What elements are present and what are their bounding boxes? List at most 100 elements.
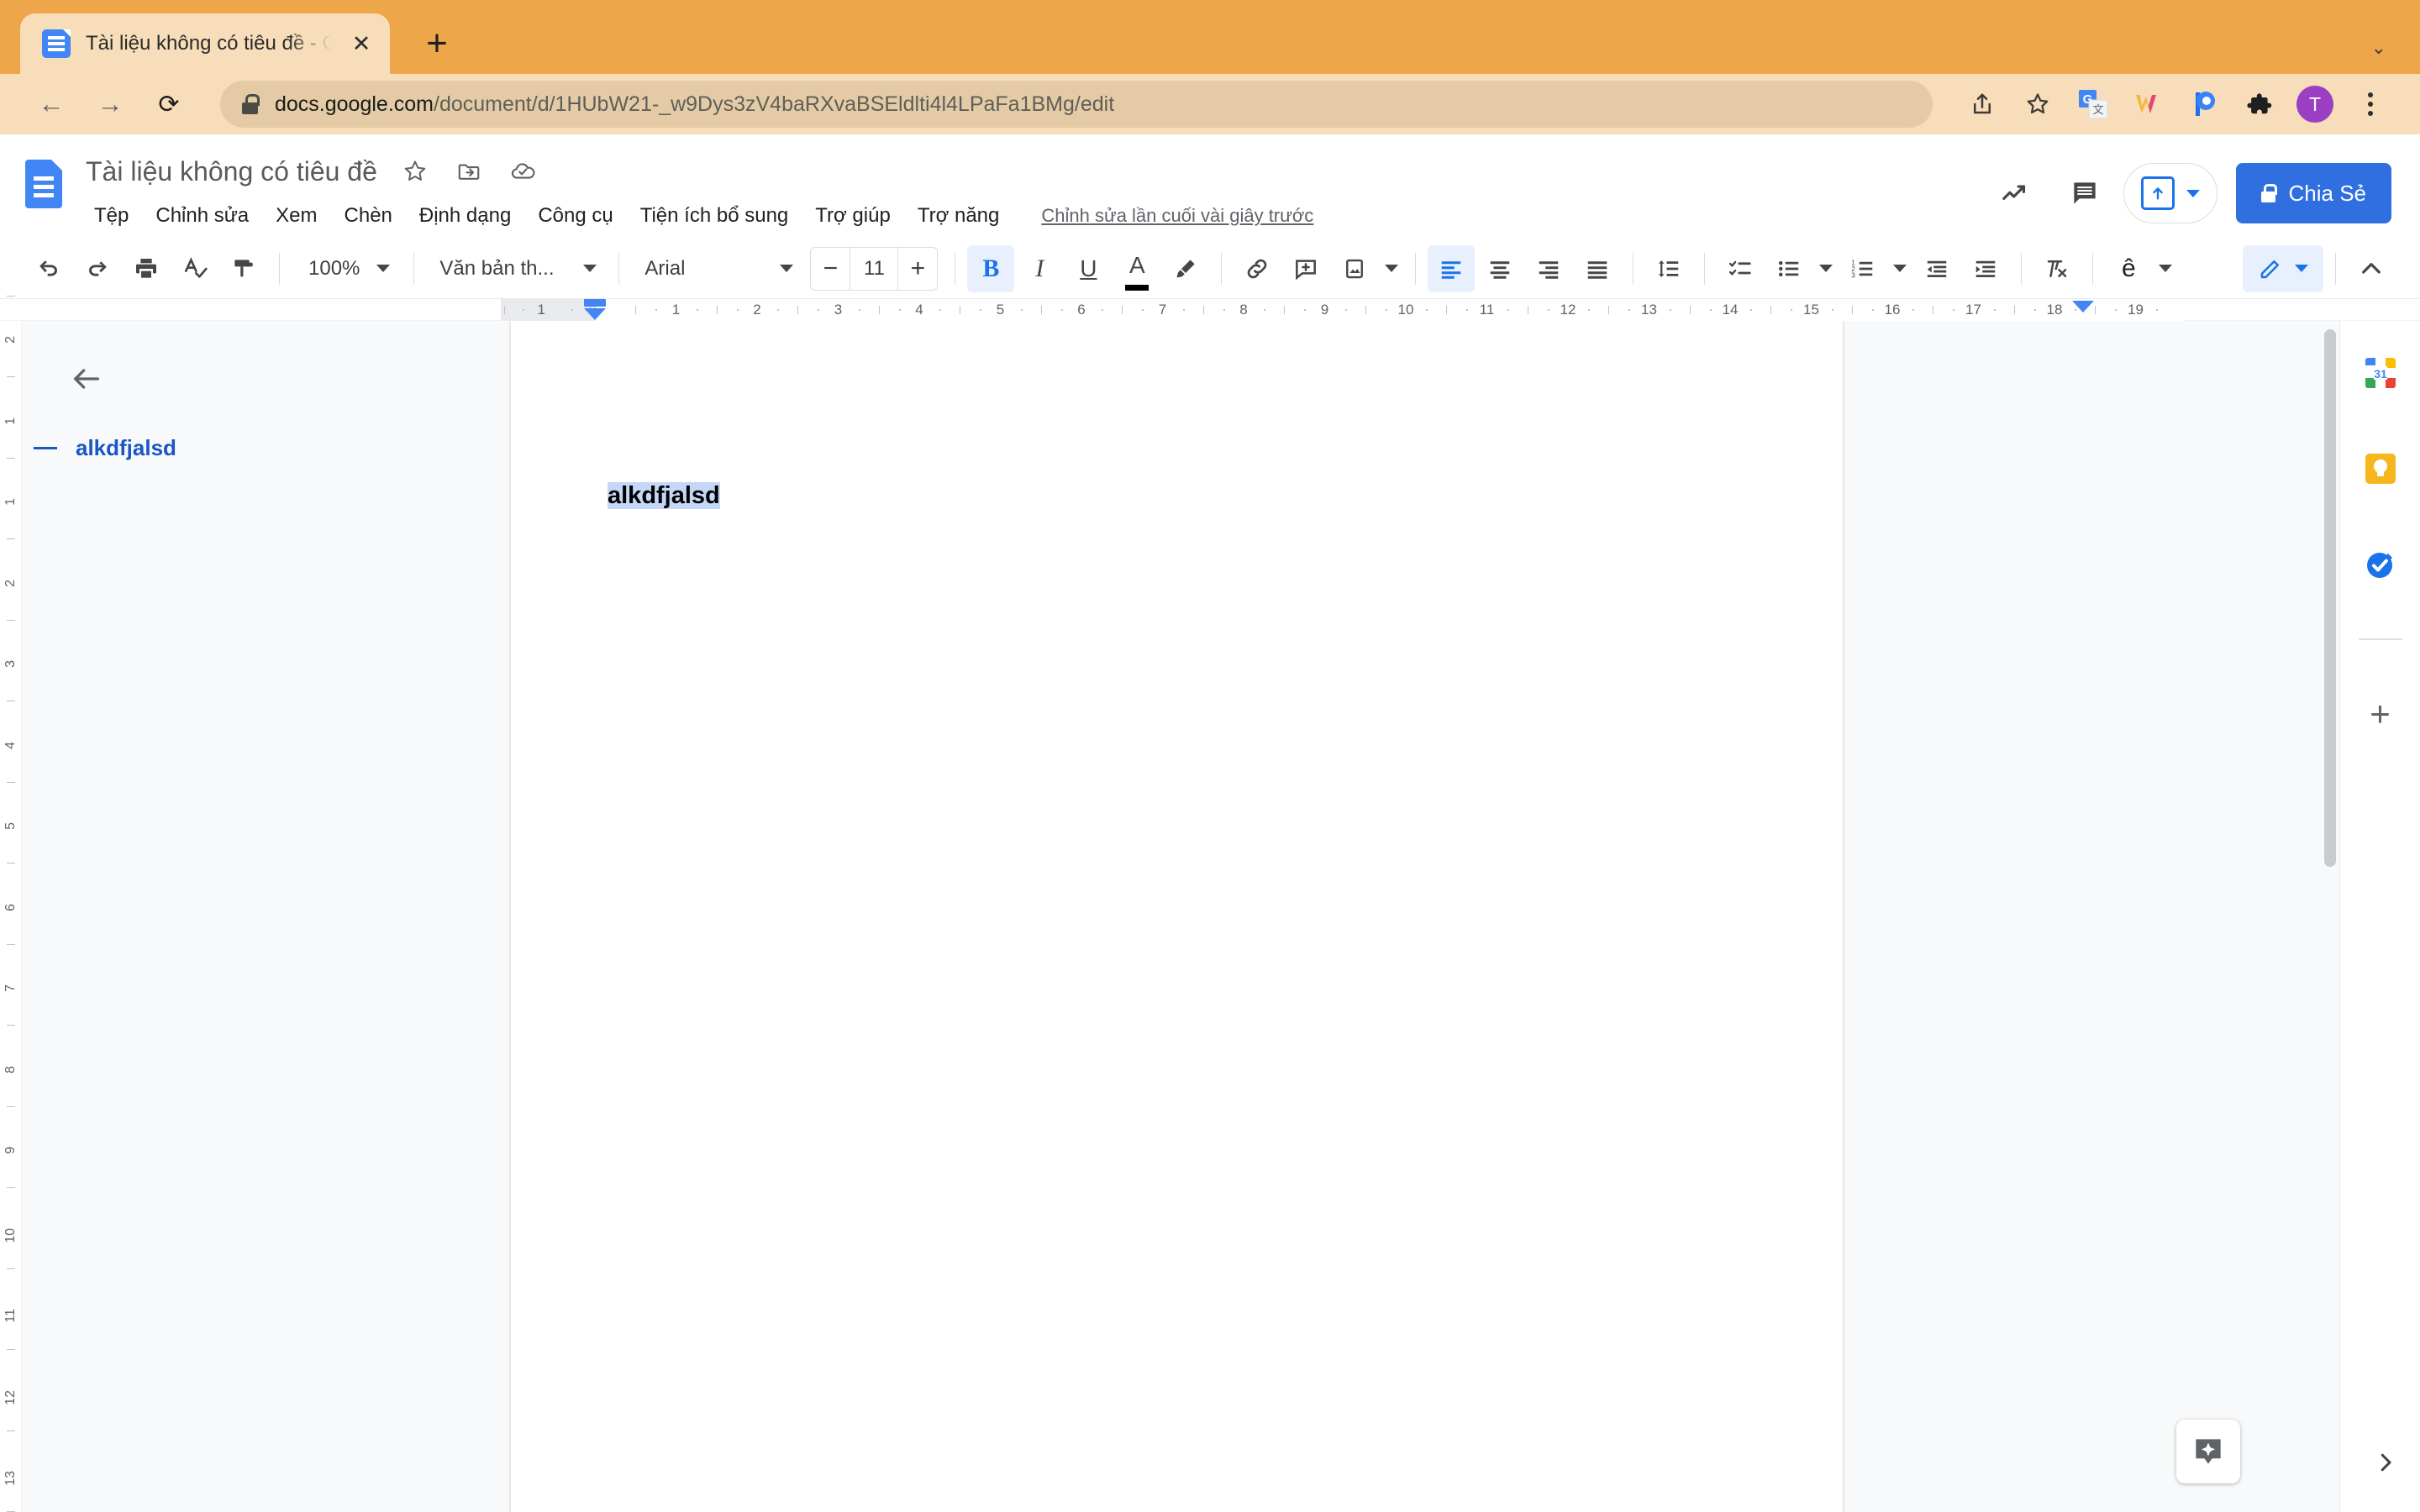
checklist-icon[interactable]	[1717, 245, 1764, 292]
document-page[interactable]: alkdfjalsd	[511, 321, 1843, 1512]
back-arrow-icon[interactable]	[57, 349, 116, 408]
undo-icon[interactable]	[25, 245, 72, 292]
new-tab-button[interactable]: +	[413, 20, 460, 67]
zoom-select[interactable]: 100%	[292, 245, 402, 292]
bookmark-star-icon[interactable]	[2013, 80, 2062, 129]
activity-dashboard-icon[interactable]	[1986, 163, 2046, 223]
cloud-saved-icon[interactable]	[502, 150, 544, 192]
menu-item-tools[interactable]: Công cụ	[524, 197, 626, 234]
comment-history-icon[interactable]	[2054, 163, 2115, 223]
editing-mode-button[interactable]	[2243, 244, 2323, 292]
add-comment-icon[interactable]	[1282, 245, 1329, 292]
last-edit-status[interactable]: Chỉnh sửa lần cuối vài giây trước	[1041, 205, 1313, 227]
paint-format-icon[interactable]	[220, 245, 267, 292]
redo-icon[interactable]	[74, 245, 121, 292]
scrollbar-thumb[interactable]	[2324, 329, 2336, 867]
font-size-decrease-button[interactable]: −	[811, 248, 850, 290]
font-size-stepper[interactable]: − 11 +	[810, 246, 939, 291]
browser-tab[interactable]: Tài liệu không có tiêu đề - Goo ✕	[20, 13, 390, 74]
menu-item-view[interactable]: Xem	[262, 197, 330, 234]
increase-indent-icon[interactable]	[1962, 245, 2009, 292]
underline-button[interactable]: U	[1065, 245, 1112, 292]
line-spacing-icon[interactable]	[1645, 245, 1692, 292]
input-tools-dropdown[interactable]	[2154, 245, 2177, 292]
wappalyzer-extension-icon[interactable]	[2124, 80, 2173, 129]
present-button[interactable]	[2123, 163, 2217, 223]
browser-window: Tài liệu không có tiêu đề - Goo ✕ + ⌄ ← …	[0, 0, 2420, 1512]
google-calendar-icon[interactable]: 31	[2359, 351, 2402, 395]
clear-formatting-icon[interactable]	[2033, 245, 2081, 292]
input-tools-button[interactable]: ê	[2105, 245, 2152, 292]
document-paragraph[interactable]: alkdfjalsd	[608, 482, 720, 509]
toolbar-divider	[2335, 252, 2336, 285]
chevron-down-icon[interactable]: ⌄	[2371, 37, 2386, 59]
address-bar[interactable]: docs.google.com/document/d/1HUbW21-_w9Dy…	[220, 81, 1933, 128]
right-indent-marker[interactable]	[2071, 299, 2094, 312]
font-size-increase-button[interactable]: +	[898, 248, 937, 290]
avatar[interactable]: T	[2291, 80, 2339, 129]
spellcheck-icon[interactable]	[171, 245, 218, 292]
menu-item-edit[interactable]: Chỉnh sửa	[142, 197, 262, 234]
p-extension-icon[interactable]	[2180, 80, 2228, 129]
font-family-select[interactable]: Arial	[631, 245, 803, 292]
ruler-tick	[7, 538, 15, 540]
align-left-icon[interactable]	[1428, 244, 1476, 292]
page-title[interactable]: Tài liệu không có tiêu đề	[81, 153, 382, 191]
numbered-list-icon[interactable]: 123	[1839, 245, 1886, 292]
paragraph-style-select[interactable]: Văn bản th...	[426, 245, 607, 292]
insert-image-dropdown[interactable]	[1380, 245, 1403, 292]
back-icon[interactable]: ←	[25, 78, 77, 130]
google-translate-icon[interactable]: G 文	[2069, 80, 2118, 129]
menu-item-insert[interactable]: Chèn	[331, 197, 406, 234]
explore-button[interactable]	[2176, 1420, 2240, 1483]
align-right-icon[interactable]	[1525, 245, 1572, 292]
decrease-indent-icon[interactable]	[1913, 245, 1960, 292]
outline-item[interactable]: alkdfjalsd	[22, 435, 501, 461]
chevron-down-icon[interactable]	[2186, 189, 2200, 197]
google-keep-icon[interactable]	[2359, 447, 2402, 491]
ruler-minor-tick	[1953, 308, 1955, 311]
bold-button[interactable]: B	[967, 244, 1015, 292]
align-center-icon[interactable]	[1476, 245, 1523, 292]
menu-bar: Tệp Chỉnh sửa Xem Chèn Định dạng Công cụ…	[81, 195, 1969, 237]
expand-side-panel-icon[interactable]	[2373, 1450, 2398, 1475]
share-button[interactable]: Chia Sẻ	[2235, 163, 2391, 223]
close-icon[interactable]: ✕	[346, 29, 376, 59]
insert-image-icon[interactable]	[1331, 245, 1378, 292]
numbered-list-dropdown[interactable]	[1888, 245, 1912, 292]
ruler-tick-label: 1	[3, 498, 18, 506]
menu-item-addons[interactable]: Tiện ích bổ sung	[627, 197, 802, 234]
menu-item-format[interactable]: Định dạng	[406, 197, 524, 234]
share-icon[interactable]	[1958, 80, 2007, 129]
collapse-toolbar-icon[interactable]	[2348, 245, 2395, 292]
print-icon[interactable]	[123, 245, 170, 292]
google-tasks-icon[interactable]	[2359, 543, 2402, 586]
bulleted-list-icon[interactable]	[1765, 245, 1812, 292]
menu-item-help[interactable]: Trợ giúp	[802, 197, 904, 234]
first-line-indent-handle[interactable]	[584, 298, 606, 307]
horizontal-ruler[interactable]: 1 1 2 3 4 5 6 7 8 9 10 11 12 13 14 15 16 17 18 19	[0, 298, 2420, 321]
bulleted-list-dropdown[interactable]	[1814, 245, 1838, 292]
browser-menu-icon[interactable]	[2346, 80, 2395, 129]
star-icon[interactable]	[394, 150, 436, 192]
vertical-scrollbar[interactable]	[2321, 321, 2339, 1512]
ruler-tick	[7, 1268, 15, 1269]
forward-icon[interactable]: →	[84, 78, 136, 130]
add-side-panel-app-button[interactable]: +	[2359, 692, 2402, 736]
move-to-folder-icon[interactable]	[448, 150, 490, 192]
menu-item-file[interactable]: Tệp	[81, 197, 142, 234]
text-color-button[interactable]: A	[1113, 245, 1160, 292]
menu-item-accessibility[interactable]: Trợ năng	[904, 197, 1013, 234]
ruler-tick	[797, 305, 799, 314]
font-size-input[interactable]: 11	[850, 247, 899, 290]
reload-icon[interactable]: ⟳	[143, 78, 195, 130]
link-icon[interactable]	[1234, 245, 1281, 292]
italic-button[interactable]: I	[1016, 245, 1063, 292]
right-indent-handle[interactable]	[2071, 300, 2094, 312]
puzzle-extensions-icon[interactable]	[2235, 80, 2284, 129]
align-justify-icon[interactable]	[1574, 245, 1621, 292]
left-indent-handle[interactable]	[584, 307, 606, 320]
left-indent-marker[interactable]	[584, 298, 606, 320]
highlight-icon[interactable]	[1162, 245, 1209, 292]
docs-logo-icon[interactable]	[25, 160, 62, 208]
